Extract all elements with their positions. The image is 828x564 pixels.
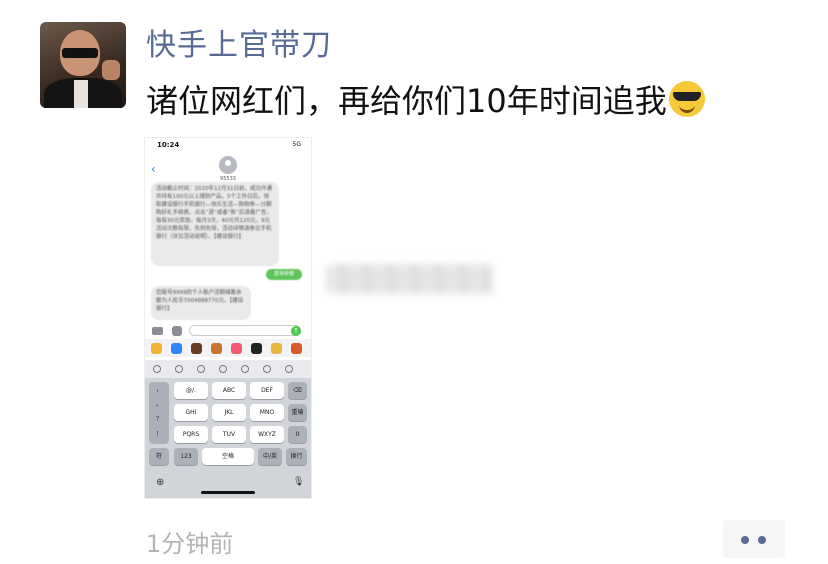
camera-icon: [152, 327, 163, 335]
key: 中/英: [258, 448, 282, 465]
key: 重输: [288, 404, 307, 421]
post-text: 诸位网红们，再给你们10年时间追我: [146, 82, 667, 120]
phone-status-time: 10:24: [157, 141, 180, 149]
key: 空格: [202, 448, 254, 465]
home-indicator: [201, 491, 255, 494]
key: MNO: [250, 404, 284, 421]
sticker-app-icon: [271, 343, 282, 354]
sms-bubble-balance: 您尾号9999的个人账户活期储蓄余额为人民币7004888770元。【建设银行】: [151, 286, 251, 320]
punct-key: ！: [155, 431, 162, 438]
post-text-line: 诸位网红们，再给你们10年时间追我: [146, 76, 705, 122]
photos-app-icon: [151, 343, 162, 354]
key: PQRS: [174, 426, 208, 443]
phone-signal-indicator: 5G: [292, 141, 301, 148]
globe-icon: ⊕: [156, 477, 165, 488]
microphone-icon: 🎙: [293, 477, 305, 487]
toolbar-icon: [175, 365, 183, 373]
punct-key: ，: [155, 386, 162, 393]
punct-key: 。: [155, 401, 162, 408]
phone-status-bar: 10:24 5G: [145, 138, 311, 152]
key: 符: [149, 448, 169, 465]
key: DEF: [250, 382, 284, 399]
poster-username[interactable]: 快手上官带刀: [146, 20, 332, 64]
punct-key: ？: [155, 416, 162, 423]
app-store-icon: [172, 326, 182, 336]
toolbar-icon: [219, 365, 227, 373]
imessage-app-strip: [145, 339, 311, 357]
animoji-app-icon: [211, 343, 222, 354]
key: 换行: [286, 448, 307, 465]
extra-app-icon: [291, 343, 302, 354]
more-dot-icon: [758, 536, 766, 544]
key: WXYZ: [250, 426, 284, 443]
toolbar-icon: [197, 365, 205, 373]
digital-touch-app-icon: [251, 343, 262, 354]
send-arrow-icon: ↑: [291, 326, 301, 336]
key: ABC: [212, 382, 246, 399]
toolbar-icon: [241, 365, 249, 373]
avatar-sunglasses: [62, 48, 98, 58]
appstore-app-icon: [171, 343, 182, 354]
post-timestamp: 1分钟前: [146, 530, 234, 558]
key: @/.: [174, 382, 208, 399]
toolbar-icon: [285, 365, 293, 373]
sms-bubble-incoming: 活动截止时间：2020年12月31日前，成功开通并持有100元以上理财产品，5个…: [151, 182, 279, 266]
key: 123: [174, 448, 198, 465]
music-app-icon: [231, 343, 242, 354]
back-chevron-icon: ‹: [151, 162, 156, 176]
memoji-app-icon: [191, 343, 202, 354]
sms-bubble-outgoing: 查询余额: [266, 269, 302, 280]
phone-keyboard: ， 。 ？ ！ @/. ABC DEF ⌫ GHI JKL MNO 重输 PQR…: [145, 360, 311, 498]
key: JKL: [212, 404, 246, 421]
post-image[interactable]: 10:24 5G ‹ 95533 活动截止时间：2020年12月31日前，成功开…: [145, 138, 311, 498]
keyboard-toolbar: [145, 360, 311, 378]
more-dot-icon: [741, 536, 749, 544]
avatar-hand: [102, 60, 120, 80]
key: GHI: [174, 404, 208, 421]
key: TUV: [212, 426, 246, 443]
blurred-redacted-region: [326, 264, 494, 294]
sunglasses-emoji-icon: [668, 81, 705, 117]
contact-avatar-icon: [219, 156, 237, 174]
toolbar-icon: [263, 365, 271, 373]
punctuation-column: ， 。 ？ ！: [149, 382, 169, 444]
avatar-shirt: [74, 80, 88, 108]
poster-avatar[interactable]: [40, 22, 126, 108]
message-input-field: [189, 325, 301, 336]
key: 0: [288, 426, 307, 443]
more-actions-button[interactable]: [723, 520, 785, 558]
message-input-bar: ↑: [145, 324, 311, 338]
key: ⌫: [288, 382, 307, 399]
toolbar-icon: [153, 365, 161, 373]
